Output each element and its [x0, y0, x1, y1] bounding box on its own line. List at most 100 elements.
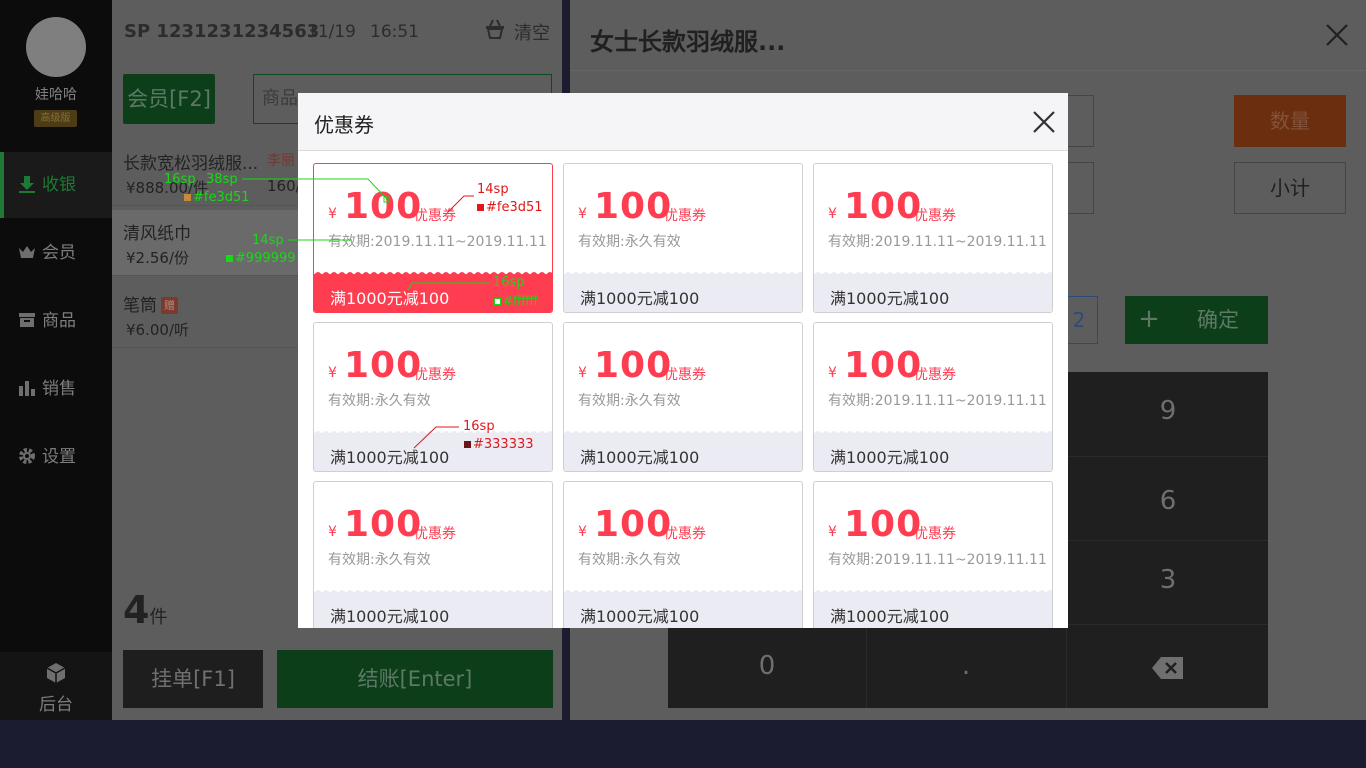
total-count: 4件 — [123, 588, 167, 632]
coupon-condition-bar: 满1000元减100 — [564, 431, 802, 471]
key-6[interactable]: 6 — [1068, 486, 1268, 516]
sidebar-item-sales[interactable]: 销售 — [0, 356, 112, 422]
sidebar-item-label: 销售 — [42, 379, 76, 399]
coupon-amount: 100 — [344, 345, 423, 386]
item-name: 清风纸巾 — [123, 224, 191, 244]
coupon-card[interactable]: ¥100 优惠券 有效期:2019.11.11~2019.11.11 满1000元减1… — [813, 481, 1053, 628]
wave-edge — [564, 272, 802, 275]
coupon-card[interactable]: ¥100 优惠券 有效期:永久有效 满1000元减100 — [563, 481, 803, 628]
clear-button[interactable]: 清空 — [484, 16, 554, 44]
order-header: SP 1231231234563 11/19 16:51 清空 — [112, 0, 562, 62]
annotation-label: 14sp — [477, 182, 509, 197]
annotation-color: #333333 — [473, 437, 534, 452]
item-name: 长款宽松羽绒服... — [123, 154, 259, 174]
coupon-currency: ¥ — [828, 524, 837, 540]
coupon-amount: 100 — [344, 504, 423, 545]
total-count-number: 4 — [123, 588, 150, 632]
annotation-color: #fe3d51 — [486, 200, 543, 215]
coupon-amount: 100 — [844, 345, 923, 386]
close-icon[interactable] — [1324, 22, 1350, 48]
item-qty: 160/ — [267, 177, 301, 195]
hold-order-button[interactable]: 挂单[F1] — [123, 650, 263, 708]
coupon-condition: 满1000元减100 — [580, 289, 700, 308]
sidebar-item-settings[interactable]: 设置 — [0, 424, 112, 490]
basket-icon — [484, 18, 506, 40]
box-icon — [17, 310, 37, 330]
sidebar-item-label: 收银 — [42, 175, 76, 195]
annotation-color: #999999 — [235, 251, 296, 266]
gear-icon — [17, 446, 37, 466]
coupon-validity: 有效期:永久有效 — [578, 234, 681, 250]
coupon-currency: ¥ — [328, 365, 337, 381]
coupon-card[interactable]: ¥100 优惠券 有效期:2019.11.11~2019.11.11 满1000元减1… — [813, 322, 1053, 472]
wave-edge — [814, 272, 1052, 275]
annotation-label: #fe3d51 — [184, 191, 250, 205]
user-level-badge: 高级版 — [34, 110, 77, 127]
coupon-condition: 满1000元减100 — [330, 448, 450, 467]
bar-chart-icon — [17, 378, 37, 398]
annotation-color: #ffffff — [503, 294, 538, 308]
sidebar-item-member[interactable]: 会员 — [0, 220, 112, 286]
coupon-card[interactable]: ¥100 优惠券 有效期:2019.11.11~2019.11.11 满1000元减1… — [813, 163, 1053, 313]
sidebar-item-backstage[interactable]: 后台 — [0, 652, 112, 720]
wave-edge — [314, 431, 552, 434]
coupon-currency: ¥ — [578, 365, 587, 381]
annotation-label: #fe3d51 — [477, 201, 543, 215]
wave-edge — [814, 431, 1052, 434]
item-price: ¥6.00/听 — [126, 321, 189, 339]
product-title: 女士长款羽绒服... — [590, 28, 786, 56]
left-sidebar: 娃哈哈 高级版 收银 会员 商品 销售 设置 后台 — [0, 0, 112, 720]
confirm-button[interactable]: 确定 — [1168, 296, 1268, 344]
item-salesperson: 李丽 — [267, 153, 295, 169]
wave-edge — [564, 431, 802, 434]
plus-button[interactable]: + — [1125, 296, 1173, 344]
member-button[interactable]: 会员[F2] — [123, 74, 215, 124]
coupon-condition: 满1000元减100 — [830, 607, 950, 626]
subtotal-button[interactable]: 小计 — [1234, 162, 1346, 214]
dialog-header: 优惠券 — [298, 93, 1068, 151]
coupon-card[interactable]: ¥100 优惠券 有效期:永久有效 满1000元减100 — [313, 481, 553, 628]
sidebar-item-goods[interactable]: 商品 — [0, 288, 112, 354]
coupon-currency: ¥ — [328, 206, 337, 222]
coupon-type: 优惠券 — [664, 526, 706, 542]
coupon-condition-bar: 满1000元减100 — [564, 590, 802, 628]
coupon-card[interactable]: ¥100 优惠券 有效期:永久有效 满1000元减100 — [563, 322, 803, 472]
coupon-condition: 满1000元减100 — [330, 607, 450, 626]
coupon-amount: 100 — [844, 504, 923, 545]
key-dot[interactable]: . — [866, 651, 1066, 681]
annotation-color: #fe3d51 — [193, 190, 250, 205]
key-3[interactable]: 3 — [1068, 565, 1268, 595]
coupon-condition: 满1000元减100 — [830, 289, 950, 308]
key-0[interactable]: 0 — [668, 651, 866, 681]
backspace-key[interactable] — [1068, 651, 1268, 688]
gift-badge: 赠 — [161, 297, 178, 314]
sidebar-item-label: 会员 — [42, 243, 76, 263]
avatar[interactable] — [26, 17, 86, 77]
coupon-type: 优惠券 — [914, 208, 956, 224]
user-name: 娃哈哈 — [35, 87, 77, 103]
dialog-title: 优惠券 — [314, 113, 374, 137]
sidebar-item-checkout[interactable]: 收银 — [0, 152, 112, 218]
coupon-validity: 有效期:2019.11.11~2019.11.11 — [828, 234, 1047, 250]
coupon-validity: 有效期:2019.11.11~2019.11.11 — [328, 234, 547, 250]
coupon-card[interactable]: ¥100 优惠券 有效期:永久有效 满1000元减100 — [563, 163, 803, 313]
order-time: 16:51 — [370, 22, 419, 42]
checkout-button[interactable]: 结账[Enter] — [277, 650, 553, 708]
quantity-button[interactable]: 数量 — [1234, 95, 1346, 147]
download-icon — [17, 174, 37, 194]
clear-label: 清空 — [514, 23, 550, 44]
coupon-condition-bar: 满1000元减100 — [814, 590, 1052, 628]
coupon-amount: 100 — [594, 504, 673, 545]
annotation-label: 38sp — [206, 172, 238, 187]
cube-icon — [44, 662, 68, 684]
key-9[interactable]: 9 — [1068, 396, 1268, 426]
coupon-condition: 满1000元减100 — [830, 448, 950, 467]
coupon-validity: 有效期:永久有效 — [328, 552, 431, 568]
close-icon[interactable] — [1032, 110, 1056, 134]
coupon-currency: ¥ — [828, 365, 837, 381]
coupon-currency: ¥ — [578, 524, 587, 540]
coupon-type: 优惠券 — [664, 367, 706, 383]
coupon-type: 优惠券 — [914, 367, 956, 383]
coupon-card[interactable]: ¥100 优惠券 有效期:2019.11.11~2019.11.11 满1000元减1… — [313, 163, 553, 313]
coupon-validity: 有效期:永久有效 — [328, 393, 431, 409]
